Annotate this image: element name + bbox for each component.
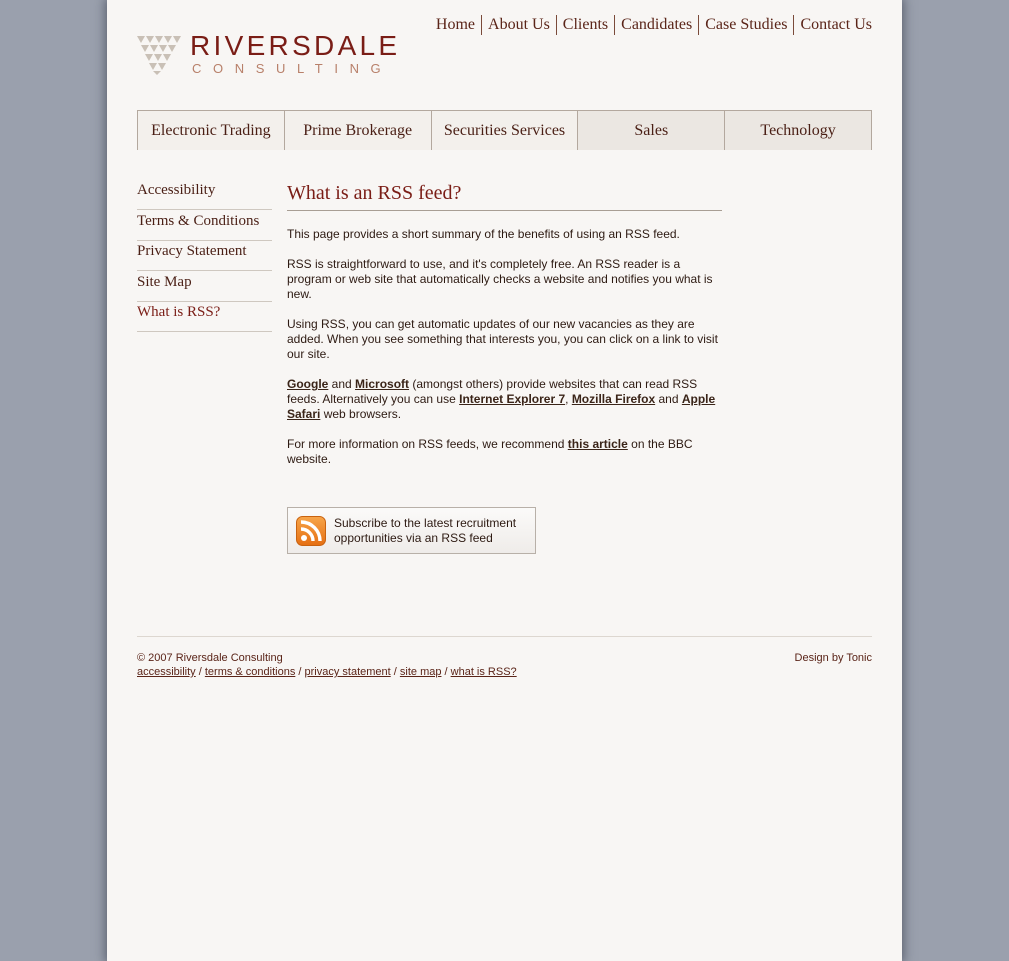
sidebar-item-terms[interactable]: Terms & Conditions [137,211,272,241]
main-tabs: Electronic Trading Prime Brokerage Secur… [137,110,872,150]
sidebar-item-privacy[interactable]: Privacy Statement [137,241,272,271]
separator: / [195,666,205,678]
copyright: © 2007 Riversdale Consulting [137,652,283,664]
footer-link-site-map[interactable]: site map [400,666,442,678]
text: and [655,392,682,406]
page-container: RIVERSDALE CONSULTING Home About Us Clie… [107,0,902,961]
logo-subtitle: CONSULTING [192,61,393,76]
intro-paragraph: This page provides a short summary of th… [287,227,680,241]
sidebar-item-site-map[interactable]: Site Map [137,272,272,302]
rss-subscribe-button[interactable]: Subscribe to the latest recruitment oppo… [287,507,536,554]
separator: / [390,666,400,678]
microsoft-link[interactable]: Microsoft [355,377,409,391]
tab-prime-brokerage[interactable]: Prime Brokerage [283,111,431,150]
rss-subscribe-label: Subscribe to the latest recruitment oppo… [334,516,517,545]
footer-divider [137,636,872,637]
sidebar: Accessibility Terms & Conditions Privacy… [137,180,272,333]
text: web browsers. [320,407,402,421]
logo[interactable]: RIVERSDALE CONSULTING [137,30,397,78]
topnav-home[interactable]: Home [430,15,481,35]
separator: / [295,666,305,678]
separator: / [441,666,451,678]
bbc-article-link[interactable]: this article [568,437,628,451]
rss-readers-paragraph: Google and Microsoft (amongst others) pr… [287,377,722,422]
text: and [328,377,356,391]
main-content: What is an RSS feed? This page provides … [287,180,722,554]
footer-links: accessibility / terms & conditions / pri… [137,666,517,678]
logo-name: RIVERSDALE [190,30,401,61]
firefox-link[interactable]: Mozilla Firefox [572,392,655,406]
more-info-paragraph: For more information on RSS feeds, we re… [287,437,722,467]
logo-triangles-icon [137,36,181,75]
footer-link-terms[interactable]: terms & conditions [205,666,295,678]
page-title: What is an RSS feed? [287,180,722,211]
sidebar-item-accessibility[interactable]: Accessibility [137,180,272,210]
rss-description-paragraph: RSS is straightforward to use, and it's … [287,257,713,301]
design-credit: Design by Tonic [794,652,872,664]
topnav-candidates[interactable]: Candidates [614,15,698,35]
tab-electronic-trading[interactable]: Electronic Trading [138,111,284,150]
footer-link-privacy[interactable]: privacy statement [305,666,391,678]
tab-technology[interactable]: Technology [724,111,871,150]
footer-link-accessibility[interactable]: accessibility [137,666,196,678]
google-link[interactable]: Google [287,377,328,391]
rss-benefits-paragraph: Using RSS, you can get automatic updates… [287,317,718,361]
tab-sales[interactable]: Sales [577,111,725,150]
top-nav: Home About Us Clients Candidates Case St… [430,15,872,35]
internet-explorer-link[interactable]: Internet Explorer 7 [459,392,565,406]
topnav-about-us[interactable]: About Us [481,15,556,35]
topnav-clients[interactable]: Clients [555,15,614,35]
sidebar-item-what-is-rss[interactable]: What is RSS? [137,302,272,332]
text: For more information on RSS feeds, we re… [287,437,568,451]
rss-icon [296,516,326,546]
topnav-case-studies[interactable]: Case Studies [698,15,793,35]
footer-link-what-is-rss[interactable]: what is RSS? [451,666,517,678]
text: , [565,392,572,406]
topnav-contact-us[interactable]: Contact Us [793,15,872,35]
tab-securities-services[interactable]: Securities Services [430,111,578,150]
